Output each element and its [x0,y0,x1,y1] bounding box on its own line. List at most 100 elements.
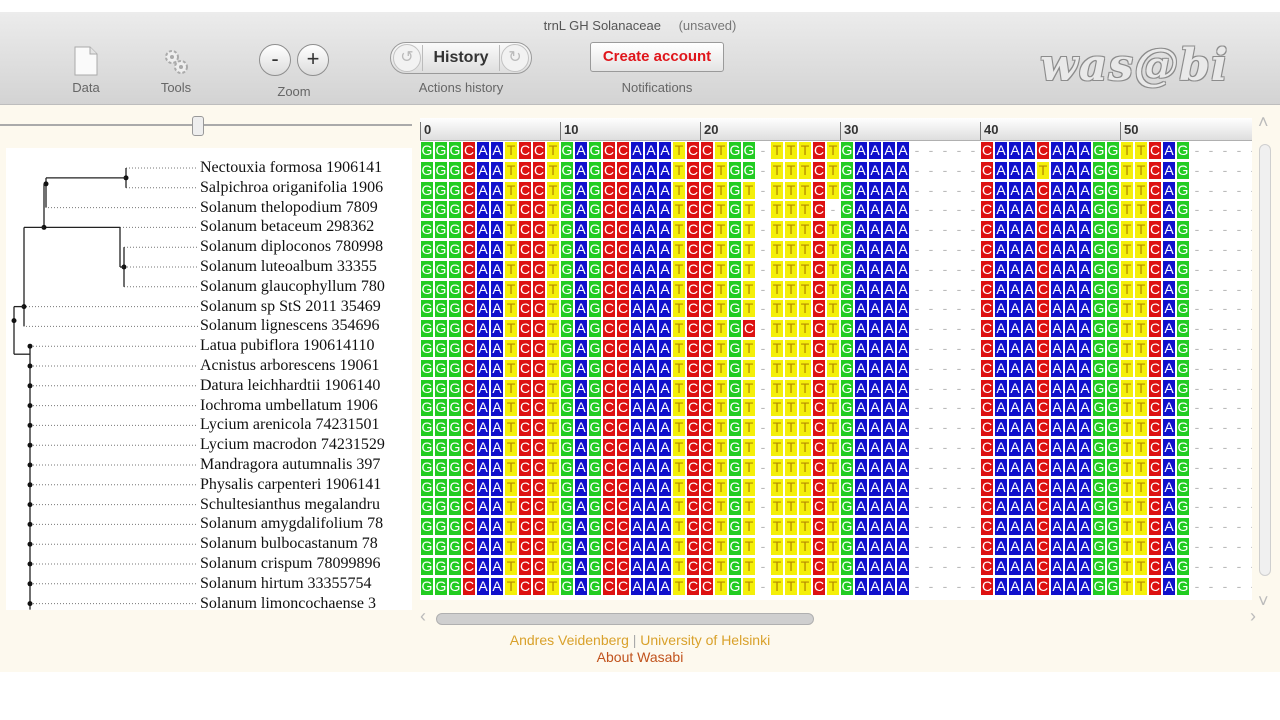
nucleotide-cell[interactable]: A [1078,378,1092,398]
nucleotide-cell[interactable]: T [826,180,840,200]
nucleotide-cell[interactable]: A [854,141,868,160]
nucleotide-cell[interactable]: G [560,358,574,378]
gap-cell[interactable]: - [952,557,966,576]
gap-cell[interactable]: - [966,299,980,318]
nucleotide-cell[interactable]: A [896,358,910,378]
gap-cell[interactable]: - [952,359,966,378]
nucleotide-cell[interactable]: A [1064,141,1078,160]
gap-cell[interactable]: - [910,141,924,160]
nucleotide-cell[interactable]: C [980,457,994,477]
nucleotide-cell[interactable]: C [616,378,630,398]
nucleotide-cell[interactable]: A [868,398,882,418]
gap-cell[interactable]: - [966,220,980,239]
nucleotide-cell[interactable]: A [1078,160,1092,180]
nucleotide-cell[interactable]: A [1162,160,1176,180]
nucleotide-cell[interactable]: A [994,418,1008,438]
nucleotide-cell[interactable]: T [504,537,518,556]
nucleotide-cell[interactable]: A [644,418,658,438]
nucleotide-cell[interactable]: C [1148,358,1162,378]
nucleotide-cell[interactable]: A [658,497,672,517]
nucleotide-cell[interactable]: A [854,279,868,299]
nucleotide-cell[interactable]: C [980,240,994,259]
nucleotide-cell[interactable]: G [1176,537,1190,556]
gap-cell[interactable]: - [952,458,966,477]
nucleotide-cell[interactable]: A [896,517,910,537]
nucleotide-cell[interactable]: C [602,477,616,497]
nucleotide-cell[interactable]: A [644,240,658,259]
nucleotide-cell[interactable]: C [462,240,476,259]
nucleotide-cell[interactable]: A [1008,319,1022,339]
nucleotide-cell[interactable]: C [1148,160,1162,180]
gap-cell[interactable]: - [952,418,966,437]
gap-cell[interactable]: - [756,478,770,497]
nucleotide-cell[interactable]: A [1064,358,1078,378]
nucleotide-cell[interactable]: G [448,438,462,457]
nucleotide-cell[interactable]: T [784,457,798,477]
nucleotide-cell[interactable]: C [980,398,994,418]
nucleotide-cell[interactable]: C [700,200,714,220]
nucleotide-cell[interactable]: C [980,141,994,160]
nucleotide-cell[interactable]: C [1036,457,1050,477]
nucleotide-cell[interactable]: C [518,240,532,259]
gap-cell[interactable]: - [1204,517,1218,536]
nucleotide-cell[interactable]: G [1106,319,1120,339]
nucleotide-cell[interactable]: G [1176,477,1190,497]
nucleotide-cell[interactable]: T [798,497,812,517]
nucleotide-cell[interactable]: T [784,497,798,517]
nucleotide-cell[interactable]: A [994,259,1008,279]
nucleotide-cell[interactable]: C [616,418,630,438]
tree-node[interactable] [27,561,33,567]
nucleotide-cell[interactable]: C [602,517,616,537]
gap-cell[interactable]: - [924,220,938,239]
nucleotide-cell[interactable]: G [1176,576,1190,596]
gap-cell[interactable]: - [1218,359,1232,378]
gap-cell[interactable]: - [1218,557,1232,576]
nucleotide-cell[interactable]: T [672,279,686,299]
nucleotide-cell[interactable]: A [868,220,882,240]
nucleotide-cell[interactable]: G [1106,497,1120,517]
nucleotide-cell[interactable]: T [742,259,756,279]
nucleotide-cell[interactable]: G [840,180,854,200]
nucleotide-cell[interactable]: T [826,220,840,240]
nucleotide-cell[interactable]: G [420,319,434,339]
nucleotide-cell[interactable]: A [1064,398,1078,418]
nucleotide-cell[interactable]: T [1134,438,1148,457]
nucleotide-cell[interactable]: A [882,418,896,438]
nucleotide-cell[interactable]: A [1064,378,1078,398]
nucleotide-cell[interactable]: G [840,200,854,220]
nucleotide-cell[interactable]: C [532,319,546,339]
gap-cell[interactable]: - [826,200,840,219]
nucleotide-cell[interactable]: A [1022,576,1036,596]
nucleotide-cell[interactable]: A [644,517,658,537]
nucleotide-cell[interactable]: A [644,358,658,378]
nucleotide-cell[interactable]: G [420,438,434,457]
nucleotide-cell[interactable]: T [798,141,812,160]
gap-cell[interactable]: - [910,497,924,516]
nucleotide-cell[interactable]: T [1120,517,1134,537]
gap-cell[interactable]: - [924,438,938,457]
nucleotide-cell[interactable]: A [1022,378,1036,398]
nucleotide-cell[interactable]: A [994,477,1008,497]
nucleotide-cell[interactable]: A [1162,537,1176,556]
nucleotide-cell[interactable]: C [616,537,630,556]
nucleotide-cell[interactable]: G [1106,398,1120,418]
nucleotide-cell[interactable]: T [770,378,784,398]
nucleotide-cell[interactable]: T [826,259,840,279]
nucleotide-cell[interactable]: C [518,537,532,556]
gap-cell[interactable]: - [938,319,952,338]
tree-node[interactable] [27,601,33,607]
nucleotide-cell[interactable]: T [826,457,840,477]
undo-icon[interactable]: ↺ [393,44,421,72]
nucleotide-cell[interactable]: G [560,180,574,200]
nucleotide-cell[interactable]: A [630,378,644,398]
nucleotide-cell[interactable]: G [588,240,602,259]
nucleotide-cell[interactable]: G [840,556,854,576]
nucleotide-cell[interactable]: A [1162,319,1176,339]
nucleotide-cell[interactable]: C [518,556,532,576]
nucleotide-cell[interactable]: C [462,418,476,438]
nucleotide-cell[interactable]: G [448,576,462,596]
nucleotide-cell[interactable]: A [1022,220,1036,240]
nucleotide-cell[interactable]: A [490,141,504,160]
nucleotide-cell[interactable]: A [1008,398,1022,418]
nucleotide-cell[interactable]: T [504,378,518,398]
